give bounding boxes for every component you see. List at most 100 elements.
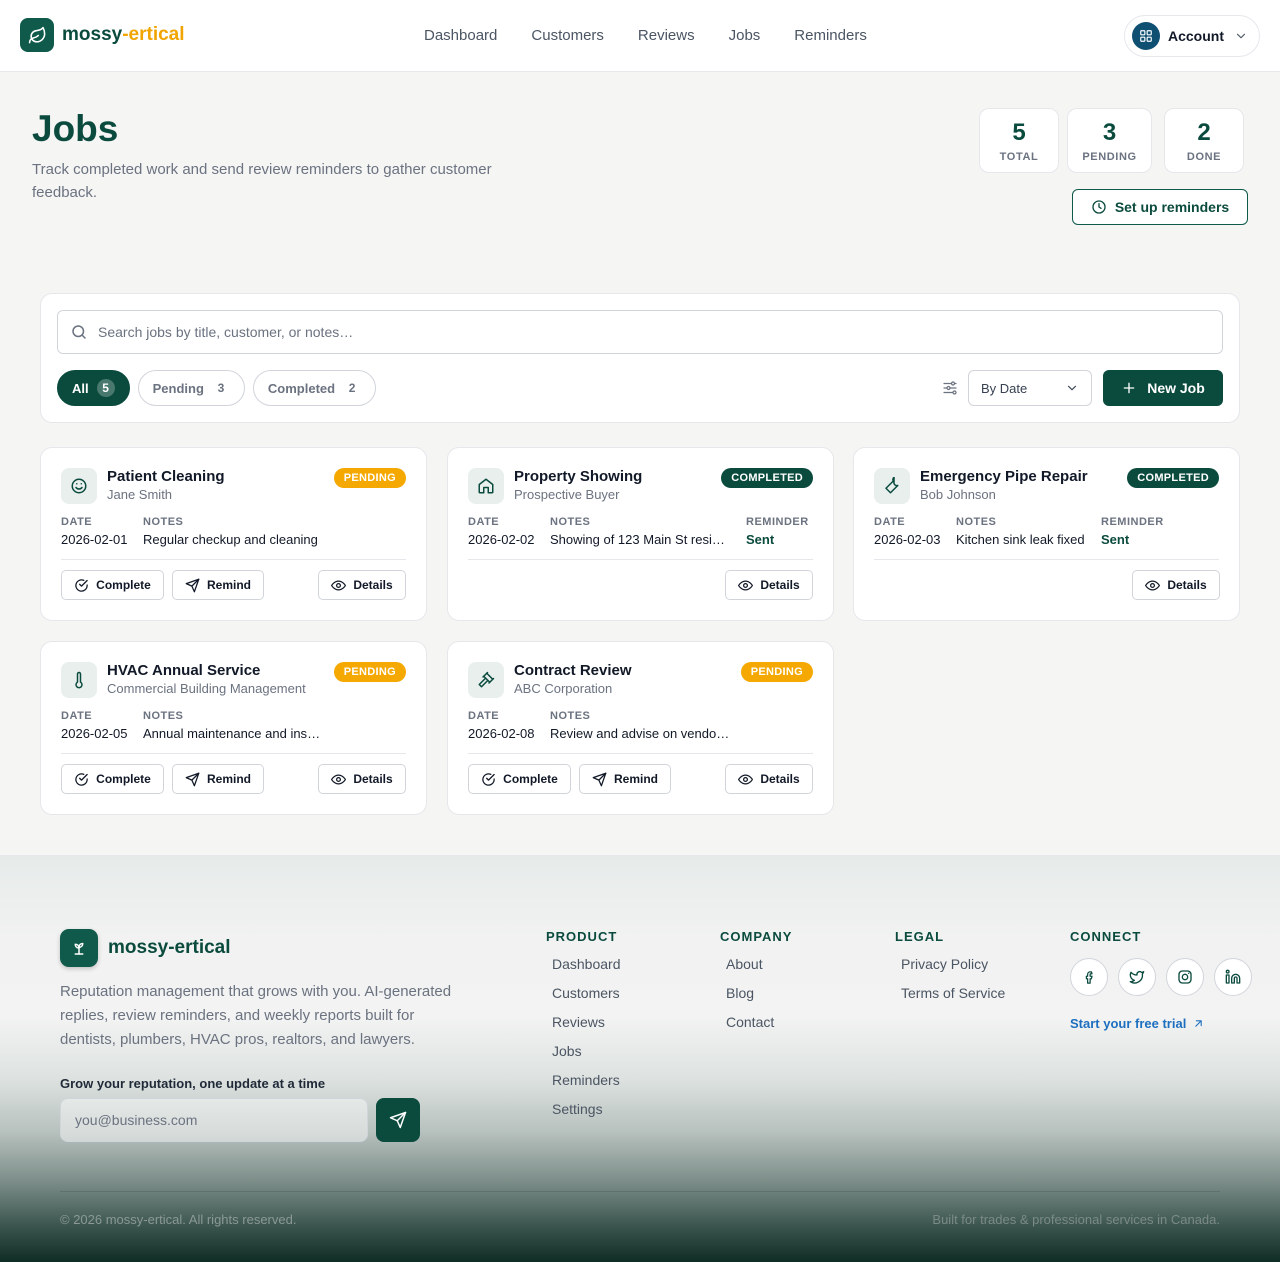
eye-icon <box>738 772 754 787</box>
footer-link-reminders[interactable]: Reminders <box>552 1066 621 1095</box>
remind-label: Remind <box>206 772 251 786</box>
job-card: Contract Review ABC Corporation PENDING … <box>447 641 834 815</box>
field-label: NOTES <box>143 710 184 722</box>
nav-customers[interactable]: Customers <box>531 27 604 44</box>
chip-count: 5 <box>96 379 115 397</box>
field-label: DATE <box>468 516 500 528</box>
footer-col-connect: CONNECT Start your free trial <box>1070 929 1252 1031</box>
remind-button[interactable]: Remind <box>579 764 671 794</box>
chip-label: All <box>72 380 89 396</box>
footer-heading: COMPANY <box>720 929 793 944</box>
complete-button[interactable]: Complete <box>468 764 571 794</box>
footer-divider <box>60 1191 1220 1192</box>
search-input[interactable] <box>98 324 1222 340</box>
facebook-icon[interactable] <box>1070 958 1108 996</box>
set-up-reminders-button[interactable]: Set up reminders <box>1072 189 1248 225</box>
details-button[interactable]: Details <box>318 764 406 794</box>
footer-link-about[interactable]: About <box>726 950 792 979</box>
footer-link-terms[interactable]: Terms of Service <box>901 979 1005 1008</box>
clock-icon <box>1091 199 1107 215</box>
card-divider <box>61 753 406 754</box>
card-divider <box>468 753 813 754</box>
sort-select[interactable]: By Date <box>968 370 1092 406</box>
send-icon <box>389 1111 407 1129</box>
job-notes: NOTES Showing of 123 Main St residence <box>550 516 728 547</box>
chip-label: Pending <box>152 380 204 396</box>
remind-button[interactable]: Remind <box>172 764 264 794</box>
field-value: Annual maintenance and inspection <box>143 726 323 741</box>
chip-count: 3 <box>217 381 225 395</box>
linkedin-icon[interactable] <box>1214 958 1252 996</box>
built-for-note: Built for trades & professional services… <box>932 1212 1220 1227</box>
details-label: Details <box>353 772 393 786</box>
filter-chip-pending[interactable]: Pending 3 <box>137 370 245 406</box>
field-label: DATE <box>468 710 500 722</box>
stat-value: 3 <box>1102 118 1117 146</box>
footer-link-jobs[interactable]: Jobs <box>552 1037 621 1066</box>
stat-value: 2 <box>1197 118 1211 146</box>
field-value: Sent <box>746 532 775 547</box>
nav-reviews[interactable]: Reviews <box>638 27 695 44</box>
footer-link-privacy[interactable]: Privacy Policy <box>901 950 1005 979</box>
stat-pending: 3 PENDING <box>1067 108 1152 173</box>
stat-done: 2 DONE <box>1164 108 1244 173</box>
job-reminder: REMINDER Sent <box>746 516 809 547</box>
footer-link-contact[interactable]: Contact <box>726 1008 792 1037</box>
leaf-icon <box>20 18 54 52</box>
stat-label: DONE <box>1186 150 1222 163</box>
footer-link-settings[interactable]: Settings <box>552 1095 621 1124</box>
newsletter-submit-button[interactable] <box>376 1098 420 1142</box>
home-icon <box>468 468 504 504</box>
footer-link-blog[interactable]: Blog <box>726 979 792 1008</box>
plus-icon <box>1121 380 1137 396</box>
newsletter-label: Grow your reputation, one update at a ti… <box>60 1076 326 1091</box>
field-label: DATE <box>61 516 93 528</box>
eye-icon <box>1145 578 1161 593</box>
remind-button[interactable]: Remind <box>172 570 264 600</box>
complete-button[interactable]: Complete <box>61 764 164 794</box>
filter-chip-completed[interactable]: Completed 2 <box>252 370 377 406</box>
field-value: 2026-02-03 <box>874 532 941 547</box>
search-icon <box>70 323 88 341</box>
filter-panel: All 5 Pending 3 Completed 2 By Date New … <box>40 293 1240 423</box>
page-subtitle: Track completed work and send review rem… <box>32 161 492 201</box>
nav-dashboard[interactable]: Dashboard <box>424 27 497 44</box>
remind-label: Remind <box>613 772 658 786</box>
field-value: 2026-02-05 <box>61 726 128 741</box>
top-header: mossy-ertical Dashboard Customers Review… <box>0 0 1280 72</box>
nav-jobs[interactable]: Jobs <box>729 27 761 44</box>
complete-label: Complete <box>96 772 151 786</box>
chip-count: 2 <box>348 381 356 395</box>
new-job-button[interactable]: New Job <box>1103 370 1223 406</box>
footer-link-reviews[interactable]: Reviews <box>552 1008 621 1037</box>
brand-name: mossy-ertical <box>62 24 185 45</box>
card-divider <box>61 559 406 560</box>
footer-col-product: PRODUCT Dashboard Customers Reviews Jobs… <box>546 929 621 1124</box>
details-button[interactable]: Details <box>725 764 813 794</box>
remind-label: Remind <box>206 578 251 592</box>
job-date: DATE 2026-02-01 <box>61 516 128 547</box>
job-customer: ABC Corporation <box>514 681 613 696</box>
instagram-icon[interactable] <box>1166 958 1204 996</box>
newsletter-email-input[interactable] <box>75 1112 367 1128</box>
copyright: © 2026 mossy-ertical. All rights reserve… <box>60 1212 297 1227</box>
footer-link-customers[interactable]: Customers <box>552 979 621 1008</box>
footer-brand[interactable]: mossy-ertical <box>60 929 231 967</box>
twitter-icon[interactable] <box>1118 958 1156 996</box>
details-button[interactable]: Details <box>318 570 406 600</box>
free-trial-link[interactable]: Start your free trial <box>1070 1016 1252 1031</box>
details-button[interactable]: Details <box>725 570 813 600</box>
account-menu-button[interactable]: Account <box>1124 15 1260 57</box>
field-value: Review and advise on vendor contract <box>550 726 732 741</box>
nav-reminders[interactable]: Reminders <box>794 27 867 44</box>
brand-logo[interactable]: mossy-ertical <box>20 18 185 52</box>
job-card: Emergency Pipe Repair Bob Johnson COMPLE… <box>853 447 1240 621</box>
set-up-reminders-label: Set up reminders <box>1114 199 1230 215</box>
complete-button[interactable]: Complete <box>61 570 164 600</box>
details-button[interactable]: Details <box>1132 570 1220 600</box>
footer-link-dashboard[interactable]: Dashboard <box>552 950 621 979</box>
eye-icon <box>331 772 347 787</box>
footer-heading: LEGAL <box>895 929 945 944</box>
job-notes: NOTES Annual maintenance and inspection <box>143 710 323 741</box>
filter-chip-all[interactable]: All 5 <box>57 370 130 406</box>
